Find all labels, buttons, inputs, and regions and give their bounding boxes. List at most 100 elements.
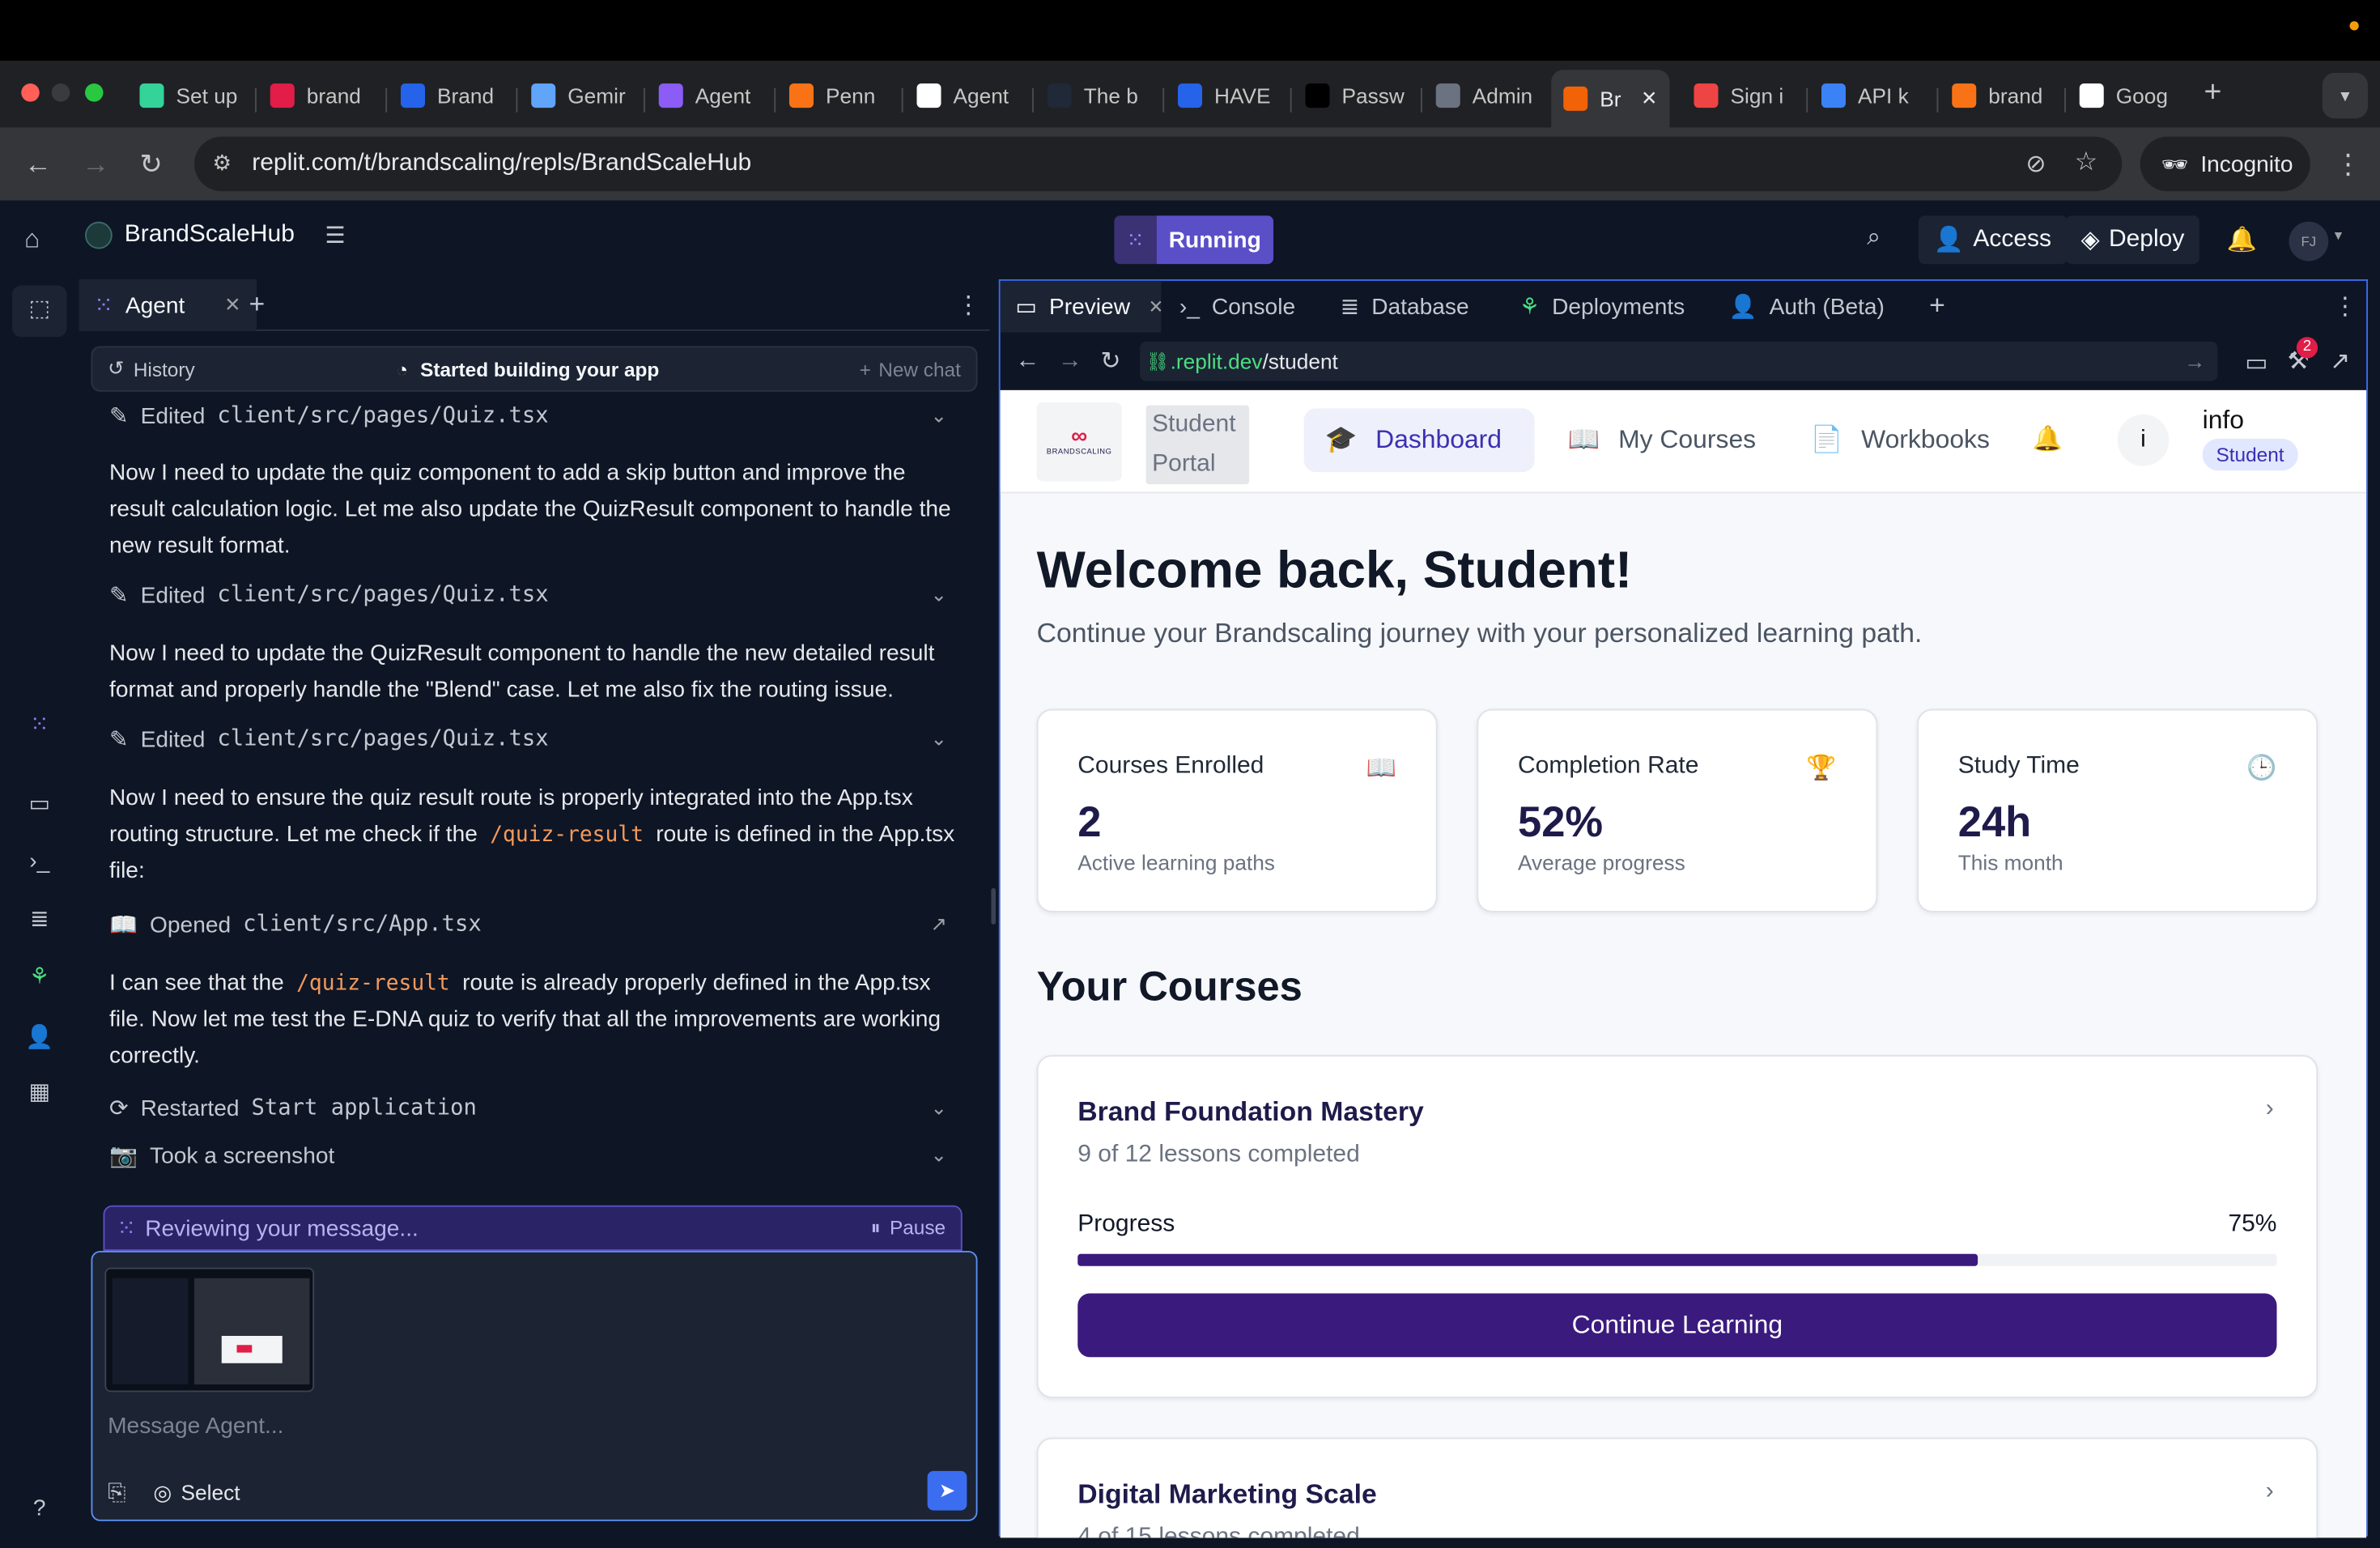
close-tab-icon[interactable]: ✕ — [1641, 87, 1657, 111]
action-edited-quiz[interactable]: ✎ Edited client/src/pages/Quiz.tsx ⌄ — [109, 577, 963, 614]
history-button[interactable]: ↺ History — [108, 357, 195, 381]
new-tab-icon[interactable]: + — [2204, 76, 2222, 111]
browser-tab[interactable]: HAVE — [1166, 73, 1287, 118]
tab-agent[interactable]: ⁙ Agent ✕ — [79, 279, 257, 331]
forward-arrow-icon[interactable]: → — [1058, 347, 1082, 375]
browser-menu-icon[interactable]: ⋮ — [2335, 149, 2362, 180]
chevron-down-icon[interactable]: ⌄ — [931, 727, 947, 751]
open-new-window-icon[interactable]: ↗ — [2330, 347, 2350, 377]
help-icon[interactable]: ? — [24, 1494, 55, 1525]
pane-menu-icon[interactable]: ⋮ — [956, 290, 980, 321]
notifications-bell-icon[interactable]: 🔔 — [2033, 423, 2063, 454]
browser-tab[interactable]: Gemir — [519, 73, 640, 118]
course-title[interactable]: Digital Marketing Scale — [1077, 1478, 1376, 1510]
auth-icon[interactable]: 👤 — [24, 1023, 55, 1054]
forward-arrow-icon[interactable]: → — [82, 149, 109, 180]
chevron-down-icon[interactable]: ⌄ — [931, 583, 947, 607]
agent-icon[interactable]: ⁙ — [24, 711, 55, 742]
console-icon[interactable]: ›_ — [24, 847, 55, 878]
maximize-window-icon[interactable] — [85, 83, 104, 102]
database-icon[interactable]: ≣ — [24, 905, 55, 936]
tab-auth[interactable]: 👤 Auth (Beta) — [1714, 281, 1900, 333]
browser-tab[interactable]: Agent — [905, 73, 1026, 118]
run-button[interactable]: ⁙ Running — [1114, 215, 1273, 265]
brandscaling-logo[interactable]: ∞ BRANDSCALING — [1036, 402, 1122, 482]
tab-preview[interactable]: ▭ Preview ✕ — [1000, 280, 1164, 333]
message-input[interactable]: Message Agent... — [108, 1414, 283, 1440]
action-edited-quiz[interactable]: ✎ Edited client/src/pages/Quiz.tsx ⌄ — [109, 721, 963, 758]
select-button[interactable]: ◎ Select — [153, 1480, 240, 1506]
action-opened-app[interactable]: 📖 Opened client/src/App.tsx ↗ — [109, 906, 963, 942]
back-arrow-icon[interactable]: ← — [24, 149, 52, 180]
browser-tab[interactable]: Passw — [1294, 73, 1415, 118]
action-edited-quiz[interactable]: ✎ Edited client/src/pages/Quiz.tsx ⌄ — [109, 398, 963, 434]
browser-tab[interactable]: The b — [1035, 73, 1157, 118]
attached-screenshot-thumbnail[interactable] — [104, 1267, 315, 1393]
message-composer[interactable]: Message Agent... ⎘ ◎ Select ➤ — [91, 1251, 978, 1521]
user-avatar[interactable]: i — [2117, 414, 2170, 466]
chevron-right-icon[interactable]: › — [2266, 1478, 2274, 1506]
project-info-icon[interactable]: ☰ — [325, 222, 345, 249]
browser-tab[interactable]: API k — [1809, 73, 1931, 118]
home-icon[interactable]: ⌂ — [24, 225, 40, 256]
deployments-icon[interactable]: ⚘ — [24, 963, 55, 993]
close-icon[interactable]: ✕ — [1149, 296, 1164, 317]
close-window-icon[interactable] — [21, 83, 40, 102]
browser-tab[interactable]: brand — [1940, 73, 2061, 118]
back-arrow-icon[interactable]: ← — [1015, 347, 1039, 375]
deploy-button[interactable]: ◈ Deploy — [2065, 215, 2200, 265]
browser-tab[interactable]: Sign i — [1682, 73, 1804, 118]
preview-icon[interactable]: ▭ — [24, 789, 55, 820]
browser-tab[interactable]: Goog — [2068, 73, 2189, 118]
nav-dashboard[interactable]: 🎓 Dashboard — [1303, 408, 1535, 473]
pane-resize-handle[interactable] — [991, 887, 996, 925]
browser-tab[interactable]: Brand — [389, 73, 510, 118]
close-icon[interactable]: ✕ — [224, 293, 240, 317]
chevron-right-icon[interactable]: › — [2266, 1096, 2274, 1124]
nav-my-courses[interactable]: 📖 My Courses — [1547, 408, 1778, 472]
browser-tab[interactable]: Admin — [1424, 73, 1545, 118]
all-tools-icon[interactable]: ▦ — [24, 1078, 55, 1108]
chevron-down-icon[interactable]: ⌄ — [931, 404, 947, 428]
go-arrow-icon[interactable]: → — [2184, 349, 2205, 373]
nav-workbooks[interactable]: 📄 Workbooks — [1790, 408, 2012, 472]
action-screenshot[interactable]: 📷 Took a screenshot ⌄ — [109, 1137, 963, 1173]
project-title[interactable]: BrandScaleHub ☰ — [85, 221, 346, 249]
pane-menu-icon[interactable]: ⋮ — [2333, 291, 2357, 322]
tab-console[interactable]: ›_ Console — [1164, 281, 1311, 333]
continue-learning-button[interactable]: Continue Learning — [1077, 1293, 2277, 1358]
address-bar[interactable]: ⚙ replit.com/t/brandscaling/repls/BrandS… — [194, 136, 2123, 192]
chevron-down-icon[interactable]: ▾ — [2335, 228, 2342, 245]
avatar[interactable]: FJ — [2289, 221, 2329, 262]
course-title[interactable]: Brand Foundation Mastery — [1077, 1096, 1424, 1128]
search-icon[interactable]: ⌕ — [1867, 225, 1881, 253]
reload-icon[interactable]: ↻ — [140, 149, 163, 180]
preview-url-input[interactable]: ⛓ .replit.dev /student → — [1140, 341, 2218, 381]
attach-icon[interactable]: ⎘ — [108, 1480, 126, 1506]
action-restarted[interactable]: ⟳ Restarted Start application ⌄ — [109, 1090, 963, 1126]
tab-database[interactable]: ≣ Database — [1325, 281, 1484, 333]
add-tab-icon[interactable]: + — [249, 288, 266, 320]
open-external-icon[interactable]: ↗ — [931, 912, 947, 937]
chevron-down-icon[interactable]: ⌄ — [931, 1143, 947, 1167]
incognito-indicator[interactable]: 🕶 Incognito — [2140, 136, 2310, 192]
add-tab-icon[interactable]: + — [1929, 290, 1945, 321]
new-chat-button[interactable]: + New chat — [860, 358, 961, 381]
notifications-bell-icon[interactable]: 🔔 — [2227, 225, 2257, 256]
bookmark-star-icon[interactable]: ☆ — [2075, 147, 2098, 178]
eye-off-icon[interactable]: ⊘ — [2025, 149, 2046, 180]
browser-tab[interactable]: Agent — [647, 73, 768, 118]
tab-deployments[interactable]: ⚘ Deployments — [1504, 281, 1700, 333]
minimize-window-icon[interactable] — [51, 83, 70, 102]
browser-tab[interactable]: Set up — [128, 73, 249, 118]
cursor-select-icon[interactable]: ⬚ — [24, 295, 55, 325]
browser-tab[interactable]: Penn — [777, 73, 899, 118]
access-button[interactable]: 👤 Access — [1919, 215, 2067, 265]
send-button[interactable]: ➤ — [927, 1470, 967, 1511]
reload-icon[interactable]: ↻ — [1100, 347, 1120, 377]
pause-button[interactable]: ⏸ Pause — [871, 1216, 946, 1240]
device-icon[interactable]: ▭ — [2245, 347, 2267, 378]
tab-search-icon[interactable]: ▾ — [2322, 73, 2368, 119]
browser-tab[interactable]: Br ✕ — [1551, 70, 1670, 128]
browser-tab[interactable]: brand — [258, 73, 380, 118]
